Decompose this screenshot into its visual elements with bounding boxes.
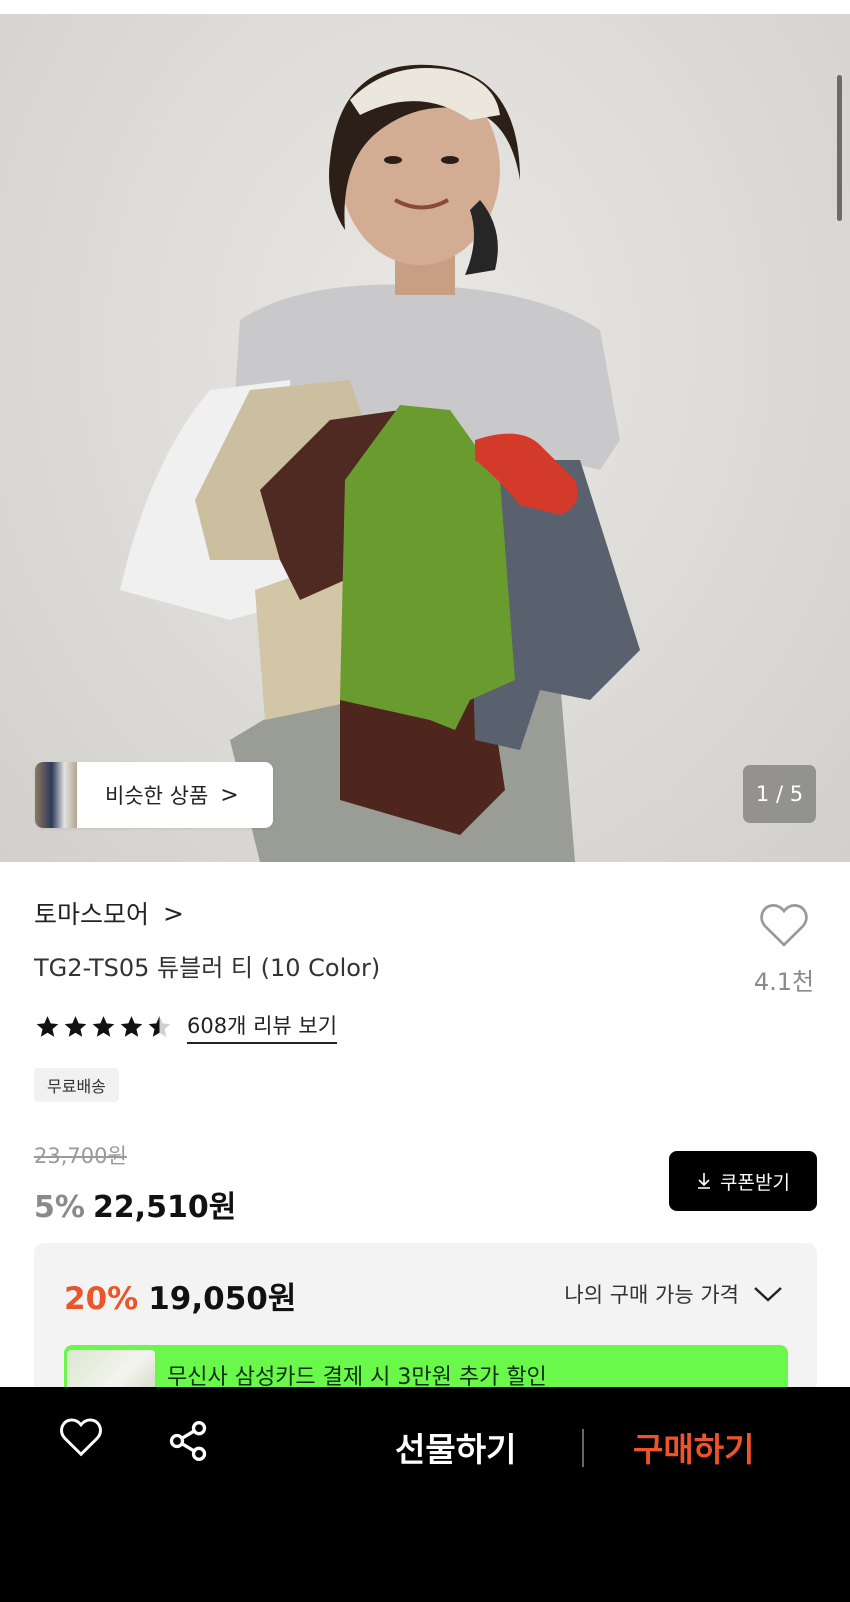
product-photo [120, 64, 640, 862]
similar-products-thumbnail [35, 762, 77, 828]
image-counter: 1 / 5 [743, 765, 816, 823]
coupon-label: 쿠폰받기 [720, 1171, 790, 1194]
discount-percent: 5% [34, 1190, 85, 1225]
best-price-row: 20% 19,050원 [64, 1273, 296, 1318]
brand-name: 토마스모어 [34, 900, 150, 929]
rating-row: 608개 리뷰 보기 [34, 1010, 338, 1044]
similar-products-button[interactable]: 비슷한 상품 > [35, 762, 273, 828]
star-rating [34, 1014, 173, 1040]
brand-link[interactable]: 토마스모어 > [34, 895, 184, 931]
sale-price: 22,510원 [92, 1190, 237, 1225]
best-price: 19,050원 [148, 1281, 297, 1317]
free-shipping-badge: 무료배송 [34, 1068, 119, 1102]
chevron-down-icon [754, 1287, 782, 1302]
card-promo-banner[interactable]: 무신사 삼성카드 결제 시 3만원 추가 할인 [64, 1345, 788, 1393]
status-strip [0, 0, 850, 14]
heart-icon [760, 903, 808, 947]
bottom-action-bar: 선물하기 구매하기 [0, 1387, 850, 1602]
product-title: TG2-TS05 튜블러 티 (10 Color) [34, 954, 381, 982]
gift-button[interactable]: 선물하기 [395, 1423, 516, 1471]
share-icon [169, 1421, 207, 1461]
star-icon [36, 1016, 59, 1037]
my-price-toggle[interactable]: 나의 구매 가능 가격 [564, 1279, 783, 1309]
review-link[interactable]: 608개 리뷰 보기 [187, 1010, 338, 1044]
product-image-gallery[interactable]: 비슷한 상품 > 1 / 5 [0, 0, 850, 862]
like-button[interactable] [754, 902, 814, 952]
chevron-right-icon: > [220, 782, 239, 808]
divider [582, 1429, 584, 1467]
coupon-button[interactable]: 쿠폰받기 [669, 1151, 817, 1211]
similar-products-label: 비슷한 상품 [105, 784, 209, 808]
buy-button[interactable]: 구매하기 [633, 1423, 754, 1471]
best-discount-percent: 20% [64, 1281, 139, 1317]
star-icon [64, 1016, 87, 1037]
scroll-indicator[interactable] [837, 75, 842, 221]
half-star-icon [148, 1016, 171, 1037]
my-price-label: 나의 구매 가능 가격 [564, 1283, 739, 1307]
star-icon [120, 1016, 143, 1037]
star-icon [92, 1016, 115, 1037]
download-icon [698, 1173, 711, 1189]
like-count: 4.1천 [753, 968, 815, 996]
benefit-panel: 20% 19,050원 나의 구매 가능 가격 무신사 삼성카드 결제 시 3만… [34, 1243, 817, 1393]
chevron-right-icon: > [163, 898, 184, 928]
bottom-like-button[interactable] [58, 1417, 104, 1461]
original-price: 23,700원 [34, 1144, 127, 1168]
share-button[interactable] [166, 1419, 210, 1467]
heart-icon [60, 1418, 102, 1457]
sale-price-row: 5% 22,510원 [34, 1182, 236, 1226]
